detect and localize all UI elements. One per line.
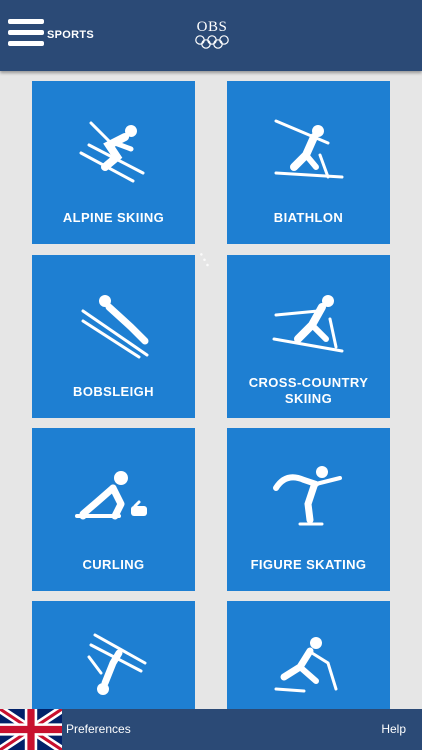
freestyle-skiing-icon [87, 633, 147, 695]
sport-tile-label: FIGURE SKATING [250, 557, 367, 572]
alpine-skiing-icon [79, 121, 145, 183]
app-footer: Preferences Help [0, 709, 422, 750]
hamburger-menu-icon[interactable] [8, 19, 44, 51]
app-header: SPORTS OBS [0, 0, 422, 71]
sport-tile-freestyle-skiing[interactable] [32, 601, 195, 709]
preferences-link[interactable]: Preferences [66, 722, 131, 736]
biathlon-icon [274, 119, 344, 179]
menu-title[interactable]: SPORTS [47, 29, 94, 41]
logo-text: OBS [196, 19, 228, 35]
curling-icon [75, 471, 147, 520]
sport-tile-biathlon[interactable]: BIATHLON [227, 81, 390, 244]
sport-tile-curling[interactable]: CURLING [32, 428, 195, 591]
olympic-rings-icon [195, 35, 229, 49]
sport-tile-cross-country-skiing[interactable]: CROSS-COUNTRY SKIING [227, 255, 390, 418]
sport-tile-label: ALPINE SKIING [62, 210, 165, 225]
sports-grid: ••• ALPINE SKIING BIATHLON BOBSLEIGH CRO… [0, 71, 422, 709]
obs-logo: OBS [192, 20, 232, 49]
watermark-decoration: ••• [196, 250, 215, 272]
sport-tile-label: CURLING [82, 557, 145, 572]
sport-tile-ice-hockey[interactable] [227, 601, 390, 709]
sport-tile-label: BIATHLON [273, 210, 344, 225]
sport-tile-bobsleigh[interactable]: BOBSLEIGH [32, 255, 195, 418]
uk-flag-icon[interactable] [0, 709, 62, 750]
ski-jumping-icon [81, 295, 149, 359]
cross-country-skiing-icon [272, 295, 344, 353]
figure-skating-icon [273, 466, 342, 526]
sport-tile-figure-skating[interactable]: FIGURE SKATING [227, 428, 390, 591]
ice-hockey-icon [274, 637, 338, 693]
sport-tile-label: BOBSLEIGH [73, 384, 154, 399]
help-link[interactable]: Help [381, 722, 406, 736]
sport-tile-alpine-skiing[interactable]: ALPINE SKIING [32, 81, 195, 244]
sport-tile-label: CROSS-COUNTRY SKIING [248, 375, 369, 406]
